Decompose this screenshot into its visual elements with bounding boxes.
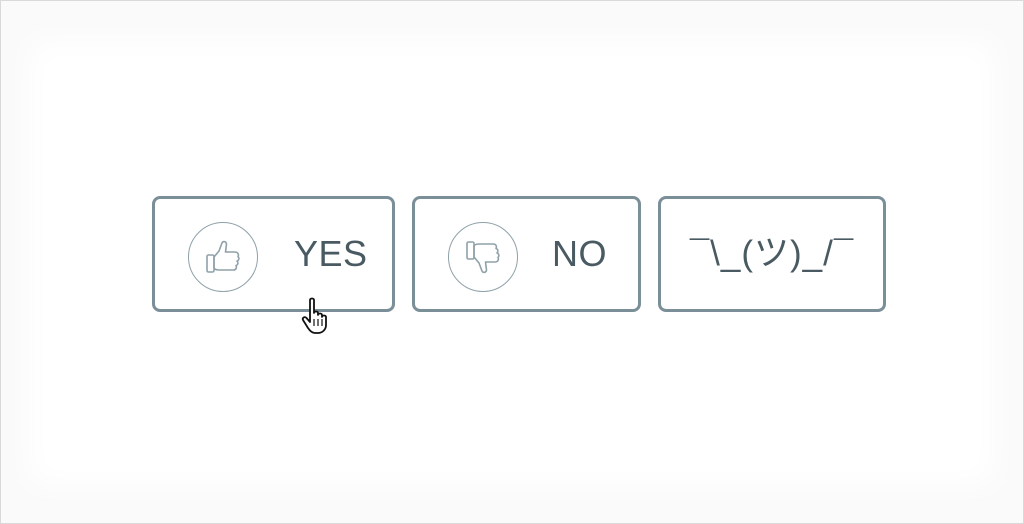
yes-button[interactable]: YES bbox=[152, 196, 395, 312]
shrug-button[interactable]: ¯\_(ツ)_/¯ bbox=[658, 196, 886, 312]
thumbs-up-icon bbox=[188, 222, 258, 292]
no-label: NO bbox=[552, 233, 607, 274]
yes-label: YES bbox=[294, 233, 368, 274]
shrug-label: ¯\_(ツ)_/¯ bbox=[689, 234, 855, 273]
page-frame: YES NO ¯\_(ツ)_/¯ bbox=[0, 0, 1024, 524]
thumbs-down-icon bbox=[448, 222, 518, 292]
no-button[interactable]: NO bbox=[412, 196, 641, 312]
